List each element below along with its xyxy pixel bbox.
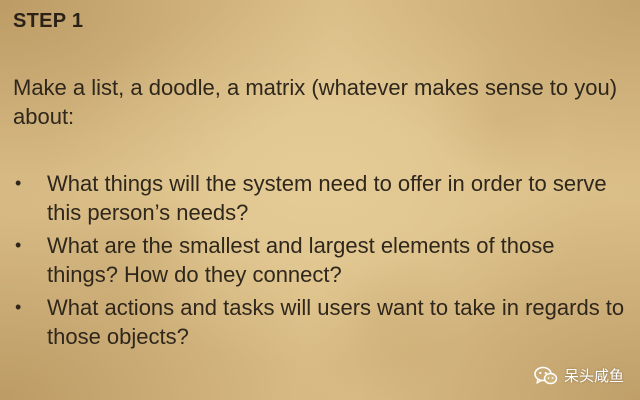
wechat-icon: [534, 366, 558, 386]
bullet-text: What things will the system need to offe…: [47, 171, 607, 225]
step-heading: STEP 1: [13, 10, 84, 32]
slide: STEP 1 Make a list, a doodle, a matrix (…: [0, 0, 640, 400]
intro-text: Make a list, a doodle, a matrix (whateve…: [13, 75, 618, 129]
list-item: • What are the smallest and largest elem…: [13, 231, 628, 289]
list-item: • What actions and tasks will users want…: [13, 293, 628, 351]
bullet-marker: •: [15, 297, 22, 317]
bullet-marker: •: [15, 235, 22, 255]
bullet-text: What actions and tasks will users want t…: [47, 295, 625, 349]
watermark: 呆头咸鱼: [534, 365, 624, 386]
bullet-marker: •: [15, 173, 22, 193]
bullet-list: • What things will the system need to of…: [13, 169, 628, 355]
watermark-text: 呆头咸鱼: [563, 367, 624, 385]
bullet-text: What are the smallest and largest elemen…: [47, 233, 555, 287]
list-item: • What things will the system need to of…: [13, 169, 628, 227]
